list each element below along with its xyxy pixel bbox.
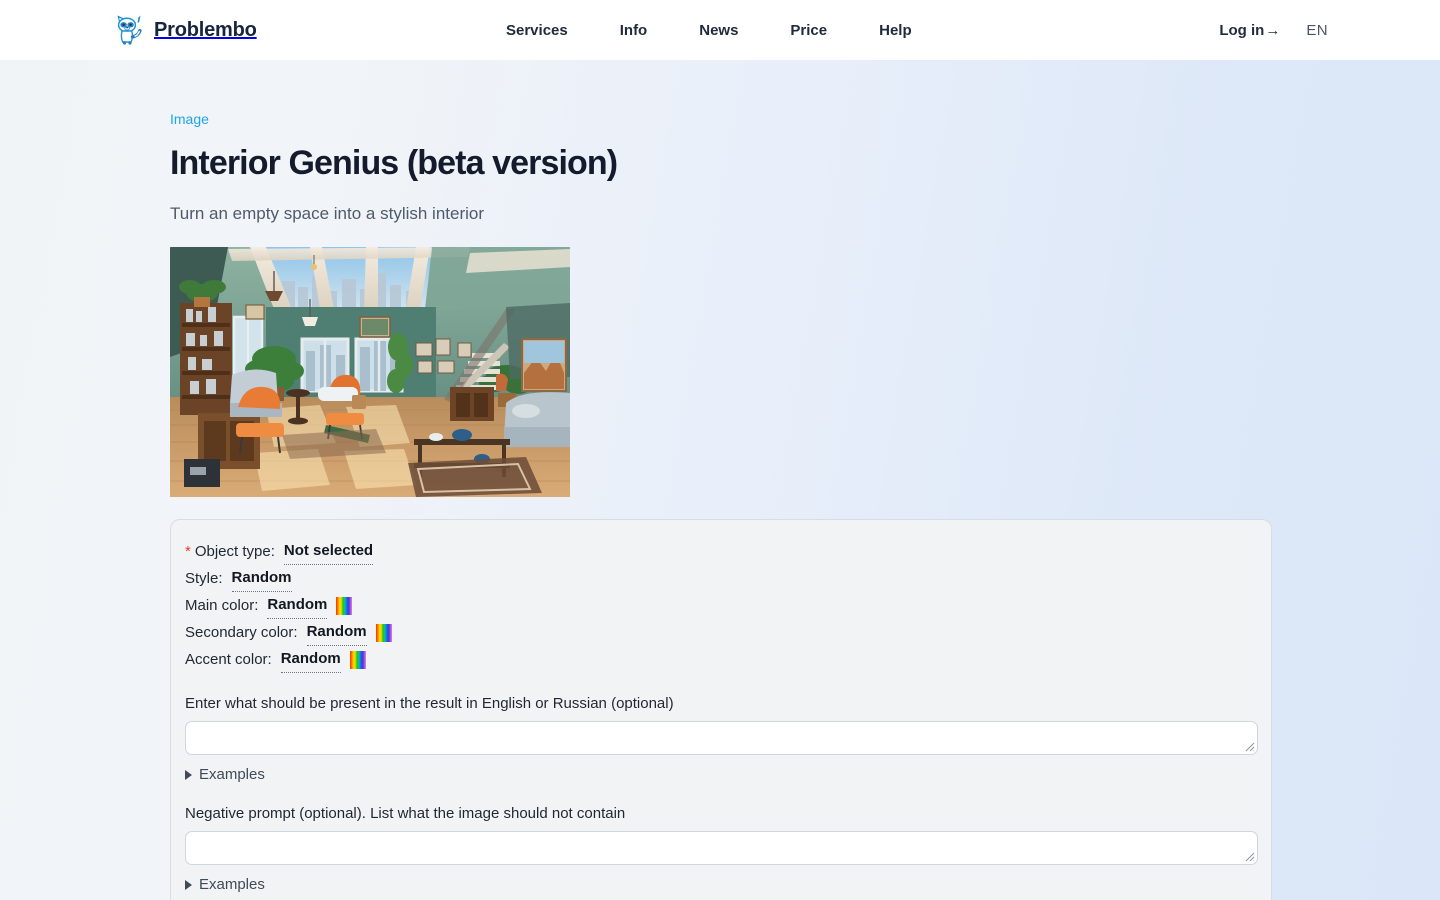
chevron-right-icon	[185, 770, 192, 780]
hero-interior-image	[170, 247, 570, 497]
param-label-accent-color: Accent color:	[185, 647, 272, 672]
chevron-right-icon	[185, 880, 192, 890]
nav-item-services[interactable]: Services	[506, 22, 568, 39]
prompt-examples-label: Examples	[199, 766, 265, 783]
param-row-style: Style: Random	[185, 565, 1257, 592]
param-row-object-type: * Object type: Not selected	[185, 538, 1257, 565]
param-label-object-type: Object type:	[195, 539, 275, 564]
generation-form-card: * Object type: Not selected Style: Rando…	[170, 519, 1272, 900]
prompt-input-wrap	[185, 721, 1258, 755]
nav-item-info[interactable]: Info	[620, 22, 648, 39]
parameter-list: * Object type: Not selected Style: Rando…	[185, 538, 1257, 673]
prompt-examples-toggle[interactable]: Examples	[185, 766, 265, 783]
prompt-input[interactable]	[185, 721, 1258, 755]
param-row-main-color: Main color: Random	[185, 592, 1257, 619]
arrow-right-icon: →	[1265, 22, 1280, 39]
param-label-style: Style:	[185, 566, 223, 591]
required-marker: *	[185, 539, 191, 564]
color-swatch-secondary-icon[interactable]	[376, 624, 392, 642]
main-navigation: Services Info News Price Help	[506, 0, 912, 60]
negative-prompt-field-block: Negative prompt (optional). List what th…	[185, 805, 1257, 893]
negative-prompt-input-wrap	[185, 831, 1258, 865]
header-right-actions: Log in → EN	[1219, 0, 1328, 60]
param-value-accent-color[interactable]: Random	[281, 646, 341, 673]
nav-item-price[interactable]: Price	[790, 22, 827, 39]
negative-prompt-examples-toggle[interactable]: Examples	[185, 876, 265, 893]
param-value-style[interactable]: Random	[232, 565, 292, 592]
page-title: Interior Genius (beta version)	[170, 144, 1440, 182]
negative-prompt-label: Negative prompt (optional). List what th…	[185, 805, 1257, 822]
negative-prompt-examples-label: Examples	[199, 876, 265, 893]
prompt-label: Enter what should be present in the resu…	[185, 695, 1257, 712]
param-value-main-color[interactable]: Random	[267, 592, 327, 619]
param-row-secondary-color: Secondary color: Random	[185, 619, 1257, 646]
color-swatch-accent-icon[interactable]	[350, 651, 366, 669]
param-row-accent-color: Accent color: Random	[185, 646, 1257, 673]
color-swatch-main-icon[interactable]	[336, 597, 352, 615]
breadcrumb-image[interactable]: Image	[170, 111, 209, 127]
prompt-field-block: Enter what should be present in the resu…	[185, 695, 1257, 783]
logo-home-link[interactable]: Problembo	[112, 13, 257, 47]
login-label: Log in	[1219, 22, 1264, 39]
param-label-secondary-color: Secondary color:	[185, 620, 298, 645]
negative-prompt-input[interactable]	[185, 831, 1258, 865]
param-label-main-color: Main color:	[185, 593, 258, 618]
nav-item-help[interactable]: Help	[879, 22, 912, 39]
param-value-object-type[interactable]: Not selected	[284, 538, 373, 565]
raccoon-mascot-icon	[112, 13, 146, 47]
site-header: Problembo Services Info News Price Help …	[0, 0, 1440, 60]
login-button[interactable]: Log in →	[1219, 22, 1280, 39]
logo-text: Problembo	[154, 19, 257, 42]
page-subtitle: Turn an empty space into a stylish inter…	[170, 204, 1440, 224]
language-switcher[interactable]: EN	[1306, 22, 1328, 39]
page-content: Image Interior Genius (beta version) Tur…	[0, 60, 1440, 900]
param-value-secondary-color[interactable]: Random	[307, 619, 367, 646]
nav-item-news[interactable]: News	[699, 22, 738, 39]
